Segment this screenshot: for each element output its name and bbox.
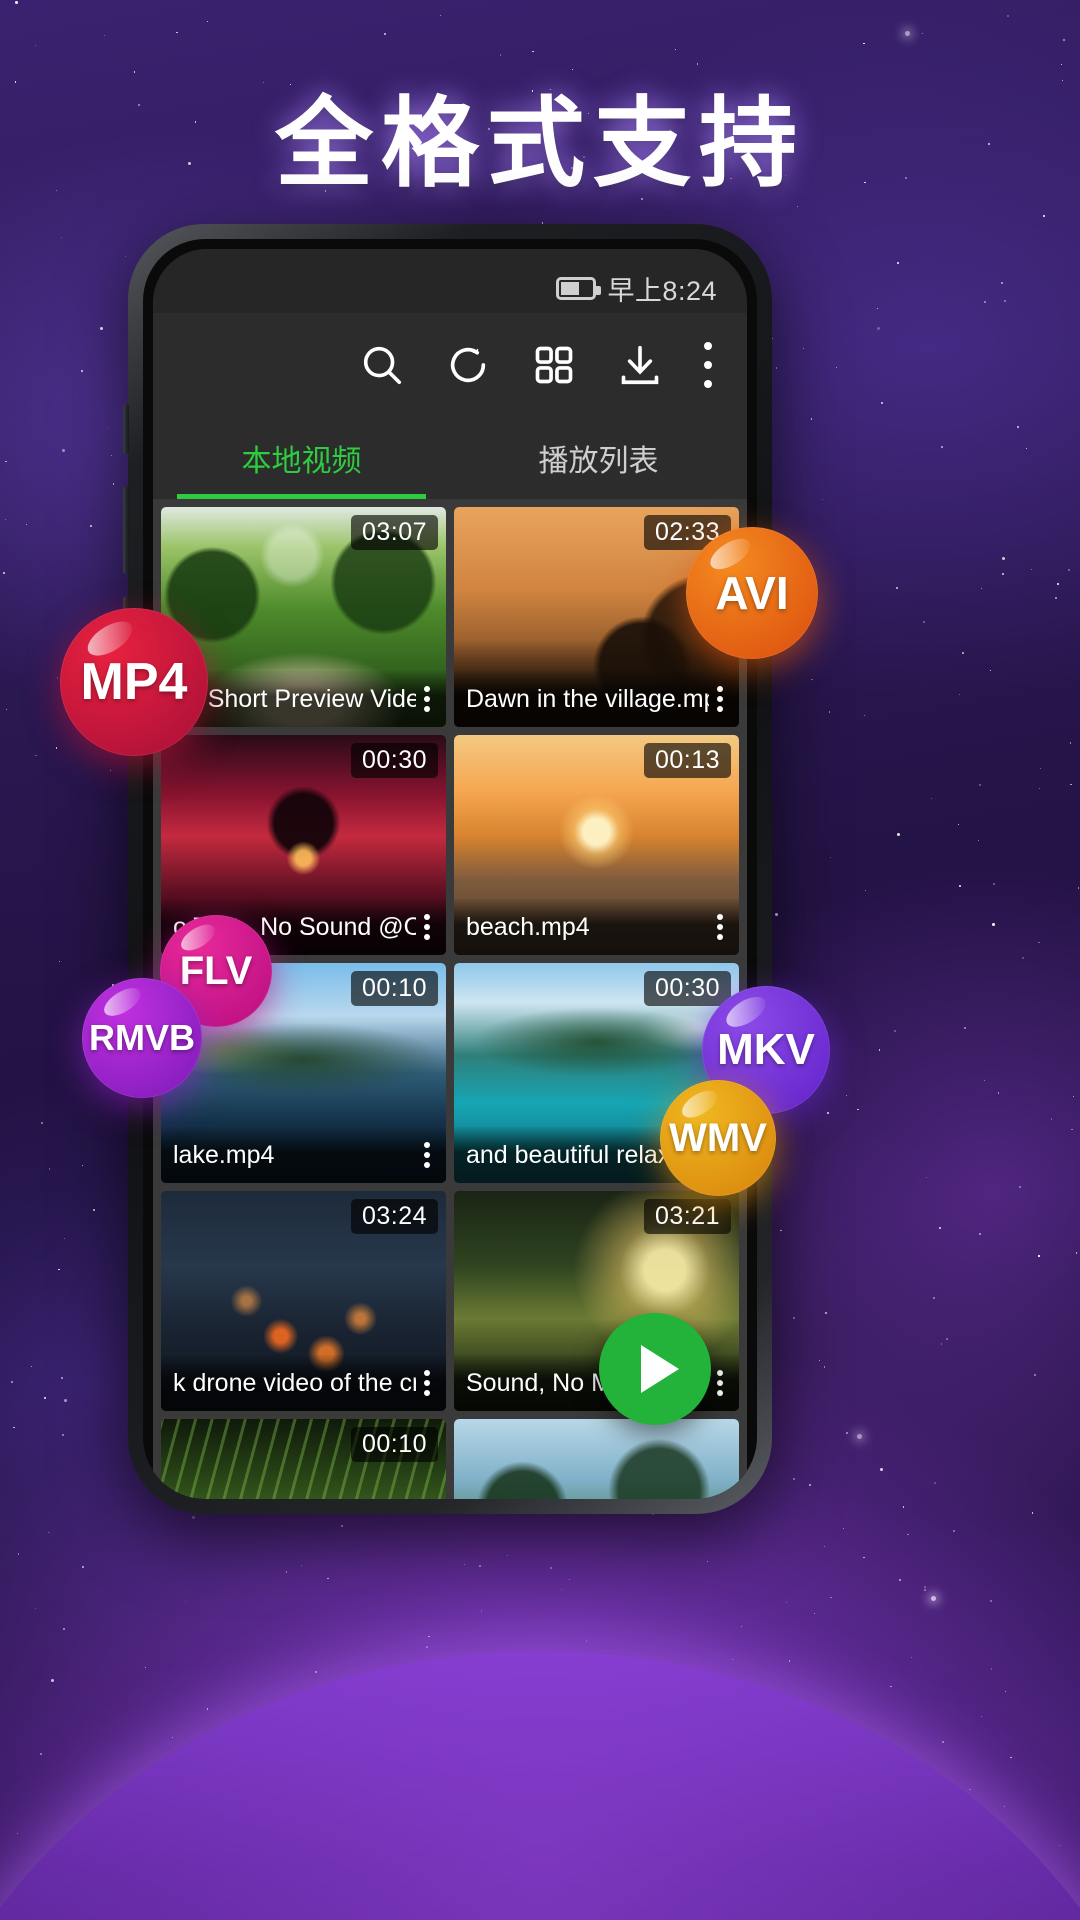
video-caption: beach.mp4	[454, 899, 739, 955]
play-button[interactable]	[599, 1313, 711, 1425]
planet-arc	[0, 1651, 1080, 1920]
video-card[interactable]: 00:13 beach.mp4	[454, 735, 739, 955]
format-bubble-mp4: MP4	[60, 608, 208, 756]
video-duration: 00:10	[350, 971, 438, 1006]
menu-icon[interactable]	[189, 348, 239, 382]
video-title: beach.mp4	[466, 912, 590, 941]
video-more-icon[interactable]	[709, 1370, 731, 1396]
video-more-icon[interactable]	[416, 1142, 438, 1168]
video-duration: 00:13	[643, 743, 731, 778]
video-title: Dawn in the village.mp4	[466, 684, 709, 713]
video-duration: 03:07	[350, 515, 438, 550]
status-time: 早上8:24	[607, 275, 717, 306]
app-toolbar	[153, 313, 747, 417]
video-duration: 03:24	[350, 1199, 438, 1234]
video-duration: 00:30	[350, 743, 438, 778]
video-duration: 03:21	[643, 1199, 731, 1234]
tab-bar: 本地视频 播放列表	[153, 417, 747, 499]
battery-icon	[556, 276, 602, 300]
format-bubble-label: MP4	[80, 653, 188, 711]
video-more-icon[interactable]	[709, 914, 731, 940]
format-bubble-label: WMV	[669, 1115, 767, 1160]
video-caption: lake.mp4	[161, 1127, 446, 1183]
format-bubble-wmv: WMV	[660, 1080, 776, 1196]
format-bubble-label: FLV	[179, 948, 253, 993]
video-title: k - Short Preview Video	[173, 684, 416, 713]
tab-local-videos[interactable]: 本地视频	[153, 417, 450, 499]
format-bubble-label: MKV	[717, 1025, 815, 1074]
video-more-icon[interactable]	[416, 686, 438, 712]
page-title: 全格式支持	[274, 87, 805, 201]
phone-bezel: 早上8:24 本地视频 播放列表 03:07 k - Short Preview…	[143, 239, 757, 1499]
video-card[interactable]: 03:24 k drone video of the cra	[161, 1191, 446, 1411]
video-title: lake.mp4	[173, 1140, 275, 1169]
video-duration: 00:30	[643, 971, 731, 1006]
video-duration: 00:10	[350, 1427, 438, 1462]
video-more-icon[interactable]	[416, 1370, 438, 1396]
more-vertical-icon[interactable]	[703, 342, 713, 388]
search-icon[interactable]	[359, 342, 405, 388]
phone-button-volume-up	[123, 486, 129, 574]
format-bubble-label: RMVB	[89, 1017, 195, 1058]
phone-button-mute	[123, 404, 129, 454]
phone-screen: 早上8:24 本地视频 播放列表 03:07 k - Short Preview…	[153, 249, 747, 1499]
grid-view-icon[interactable]	[531, 342, 577, 388]
video-card[interactable]	[454, 1419, 739, 1499]
video-more-icon[interactable]	[416, 914, 438, 940]
video-title: k drone video of the cra	[173, 1368, 416, 1397]
format-bubble-label: AVI	[715, 567, 789, 619]
video-caption: Dawn in the village.mp4	[454, 671, 739, 727]
tab-playlist[interactable]: 播放列表	[450, 417, 747, 499]
download-icon[interactable]	[617, 342, 663, 388]
format-bubble-avi: AVI	[686, 527, 818, 659]
format-bubble-rmvb: RMVB	[82, 978, 202, 1098]
video-more-icon[interactable]	[709, 686, 731, 712]
play-triangle-icon	[641, 1345, 679, 1393]
refresh-icon[interactable]	[445, 342, 491, 388]
video-thumbnail	[454, 1419, 739, 1499]
status-bar: 早上8:24	[153, 249, 747, 313]
video-caption: k drone video of the cra	[161, 1355, 446, 1411]
phone-mockup: 早上8:24 本地视频 播放列表 03:07 k - Short Preview…	[123, 224, 772, 1514]
video-card[interactable]: 00:10	[161, 1419, 446, 1499]
